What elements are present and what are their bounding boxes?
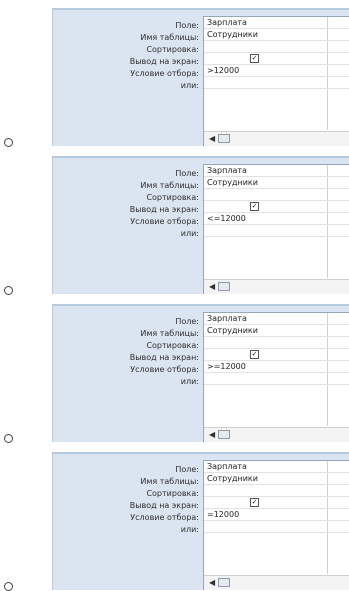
show-cell[interactable]: ✓: [204, 497, 349, 509]
query-design-panel: Поле: Имя таблицы: Сортировка: Вывод на …: [52, 452, 349, 590]
label-field: Поле:: [175, 465, 199, 474]
label-table-name: Имя таблицы:: [140, 329, 199, 338]
field-cell[interactable]: Зарплата: [204, 165, 349, 177]
field-cell[interactable]: Зарплата: [204, 17, 349, 29]
show-cell[interactable]: ✓: [204, 201, 349, 213]
field-cell[interactable]: Зарплата: [204, 461, 349, 473]
horizontal-scrollbar[interactable]: ◀: [204, 427, 349, 442]
label-criteria: Условие отбора:: [130, 365, 199, 374]
answer-option-3: Поле: Имя таблицы: Сортировка: Вывод на …: [0, 296, 349, 443]
criteria-cell[interactable]: =12000: [204, 509, 349, 521]
criteria-cell[interactable]: >12000: [204, 65, 349, 77]
label-criteria: Условие отбора:: [130, 513, 199, 522]
sort-cell[interactable]: [204, 41, 349, 53]
label-show: Вывод на экран:: [129, 57, 199, 66]
row-labels: Поле: Имя таблицы: Сортировка: Вывод на …: [53, 464, 199, 536]
sort-cell[interactable]: [204, 485, 349, 497]
label-field: Поле:: [175, 317, 199, 326]
label-sort: Сортировка:: [146, 489, 199, 498]
answer-option-4: Поле: Имя таблицы: Сортировка: Вывод на …: [0, 444, 349, 591]
horizontal-scrollbar[interactable]: ◀: [204, 279, 349, 294]
scroll-thumb-icon[interactable]: [218, 578, 230, 587]
row-labels: Поле: Имя таблицы: Сортировка: Вывод на …: [53, 168, 199, 240]
query-grid: Зарплата Сотрудники ✓ =12000 ◀: [203, 460, 349, 590]
label-or: или:: [180, 525, 199, 534]
label-show: Вывод на экран:: [129, 501, 199, 510]
label-sort: Сортировка:: [146, 341, 199, 350]
table-cell[interactable]: Сотрудники: [204, 177, 349, 189]
answer-option-2: Поле: Имя таблицы: Сортировка: Вывод на …: [0, 148, 349, 295]
label-criteria: Условие отбора:: [130, 69, 199, 78]
radio-button-icon[interactable]: [4, 286, 13, 295]
criteria-cell[interactable]: <=12000: [204, 213, 349, 225]
scroll-thumb-icon[interactable]: [218, 430, 230, 439]
table-cell[interactable]: Сотрудники: [204, 325, 349, 337]
answer-option-1: Поле: Имя таблицы: Сортировка: Вывод на …: [0, 0, 349, 147]
row-labels: Поле: Имя таблицы: Сортировка: Вывод на …: [53, 20, 199, 92]
horizontal-scrollbar[interactable]: ◀: [204, 131, 349, 146]
scroll-left-arrow-icon[interactable]: ◀: [209, 283, 215, 291]
row-labels: Поле: Имя таблицы: Сортировка: Вывод на …: [53, 316, 199, 388]
radio-button-icon[interactable]: [4, 434, 13, 443]
label-criteria: Условие отбора:: [130, 217, 199, 226]
label-or: или:: [180, 377, 199, 386]
scroll-left-arrow-icon[interactable]: ◀: [209, 579, 215, 587]
label-field: Поле:: [175, 169, 199, 178]
scroll-left-arrow-icon[interactable]: ◀: [209, 135, 215, 143]
scroll-left-arrow-icon[interactable]: ◀: [209, 431, 215, 439]
query-grid: Зарплата Сотрудники ✓ >=12000 ◀: [203, 312, 349, 442]
query-design-panel: Поле: Имя таблицы: Сортировка: Вывод на …: [52, 304, 349, 442]
checkbox-checked-icon[interactable]: ✓: [250, 202, 259, 211]
or-cell[interactable]: [204, 77, 349, 89]
checkbox-checked-icon[interactable]: ✓: [250, 350, 259, 359]
label-table-name: Имя таблицы:: [140, 33, 199, 42]
query-grid: Зарплата Сотрудники ✓ >12000 ◀: [203, 16, 349, 146]
or-cell[interactable]: [204, 521, 349, 533]
or-cell[interactable]: [204, 373, 349, 385]
show-cell[interactable]: ✓: [204, 53, 349, 65]
sort-cell[interactable]: [204, 337, 349, 349]
scroll-thumb-icon[interactable]: [218, 282, 230, 291]
label-sort: Сортировка:: [146, 45, 199, 54]
label-table-name: Имя таблицы:: [140, 477, 199, 486]
label-show: Вывод на экран:: [129, 353, 199, 362]
query-grid: Зарплата Сотрудники ✓ <=12000 ◀: [203, 164, 349, 294]
query-design-panel: Поле: Имя таблицы: Сортировка: Вывод на …: [52, 8, 349, 146]
label-show: Вывод на экран:: [129, 205, 199, 214]
table-cell[interactable]: Сотрудники: [204, 29, 349, 41]
label-or: или:: [180, 81, 199, 90]
sort-cell[interactable]: [204, 189, 349, 201]
label-table-name: Имя таблицы:: [140, 181, 199, 190]
checkbox-checked-icon[interactable]: ✓: [250, 498, 259, 507]
criteria-cell[interactable]: >=12000: [204, 361, 349, 373]
query-design-panel: Поле: Имя таблицы: Сортировка: Вывод на …: [52, 156, 349, 294]
table-cell[interactable]: Сотрудники: [204, 473, 349, 485]
checkbox-checked-icon[interactable]: ✓: [250, 54, 259, 63]
label-sort: Сортировка:: [146, 193, 199, 202]
or-cell[interactable]: [204, 225, 349, 237]
field-cell[interactable]: Зарплата: [204, 313, 349, 325]
show-cell[interactable]: ✓: [204, 349, 349, 361]
radio-button-icon[interactable]: [4, 138, 13, 147]
label-field: Поле:: [175, 21, 199, 30]
horizontal-scrollbar[interactable]: ◀: [204, 575, 349, 590]
scroll-thumb-icon[interactable]: [218, 134, 230, 143]
label-or: или:: [180, 229, 199, 238]
